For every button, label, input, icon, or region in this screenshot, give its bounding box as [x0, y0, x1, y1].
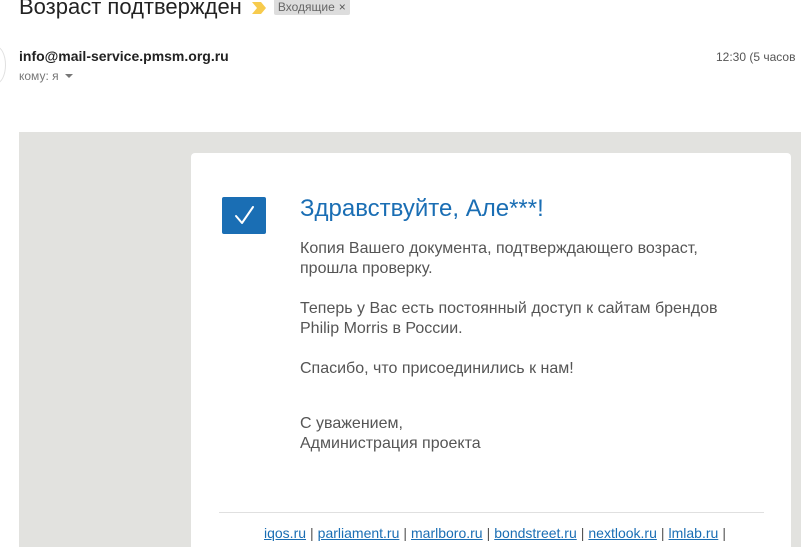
important-marker-icon[interactable] — [251, 1, 266, 14]
footer-link-lmlab[interactable]: lmlab.ru — [669, 525, 719, 541]
footer-link-marlboro[interactable]: marlboro.ru — [411, 525, 483, 541]
paragraph-verification: Копия Вашего документа, подтверждающего … — [300, 239, 740, 279]
email-subject: Возраст подтвержден — [19, 0, 242, 19]
paragraph-line: Теперь у Вас есть постоянный доступ к са… — [300, 300, 718, 317]
sender-address[interactable]: info@mail-service.pmsm.org.ru — [19, 48, 229, 64]
footer-separator: | — [580, 525, 585, 541]
footer-link-nextlook[interactable]: nextlook.ru — [588, 525, 656, 541]
signature-line: Администрация проекта — [300, 435, 481, 452]
checkmark-icon — [222, 197, 266, 234]
paragraph-line: прошла проверку. — [300, 260, 433, 277]
footer-separator: | — [486, 525, 491, 541]
footer-separator: | — [722, 525, 726, 541]
paragraph-line: Копия Вашего документа, подтверждающего … — [300, 240, 698, 257]
paragraph-access: Теперь у Вас есть постоянный доступ к са… — [300, 299, 740, 339]
footer-separator: | — [310, 525, 314, 541]
footer-divider — [219, 512, 764, 513]
signature: С уважением, Администрация проекта — [300, 414, 481, 454]
subject-row: Возраст подтвержден Входящие × — [19, 0, 350, 22]
greeting-heading: Здравствуйте, Але***! — [300, 195, 544, 222]
label-chip-text: Входящие — [277, 0, 335, 14]
signature-line: С уважением, — [300, 415, 403, 432]
remove-label-icon[interactable]: × — [339, 0, 346, 14]
footer-link-parliament[interactable]: parliament.ru — [318, 525, 400, 541]
paragraph-thanks: Спасибо, что присоединились к нам! — [300, 360, 574, 377]
footer-separator: | — [660, 525, 665, 541]
paragraph-line: Philip Morris в России. — [300, 320, 463, 337]
avatar-edge — [0, 46, 6, 84]
footer-link-iqos[interactable]: iqos.ru — [264, 525, 306, 541]
footer-separator: | — [403, 525, 408, 541]
message-time: 12:30 (5 часов — [716, 50, 796, 64]
footer-link-bondstreet[interactable]: bondstreet.ru — [494, 525, 577, 541]
label-chip-inbox[interactable]: Входящие × — [273, 0, 350, 15]
recipient-line: кому: я — [19, 69, 59, 83]
recipient-details-toggle[interactable]: кому: я — [19, 69, 73, 83]
footer-links: iqos.ru | parliament.ru | marlboro.ru | bondst… — [264, 525, 730, 541]
caret-down-icon[interactable] — [64, 74, 73, 78]
